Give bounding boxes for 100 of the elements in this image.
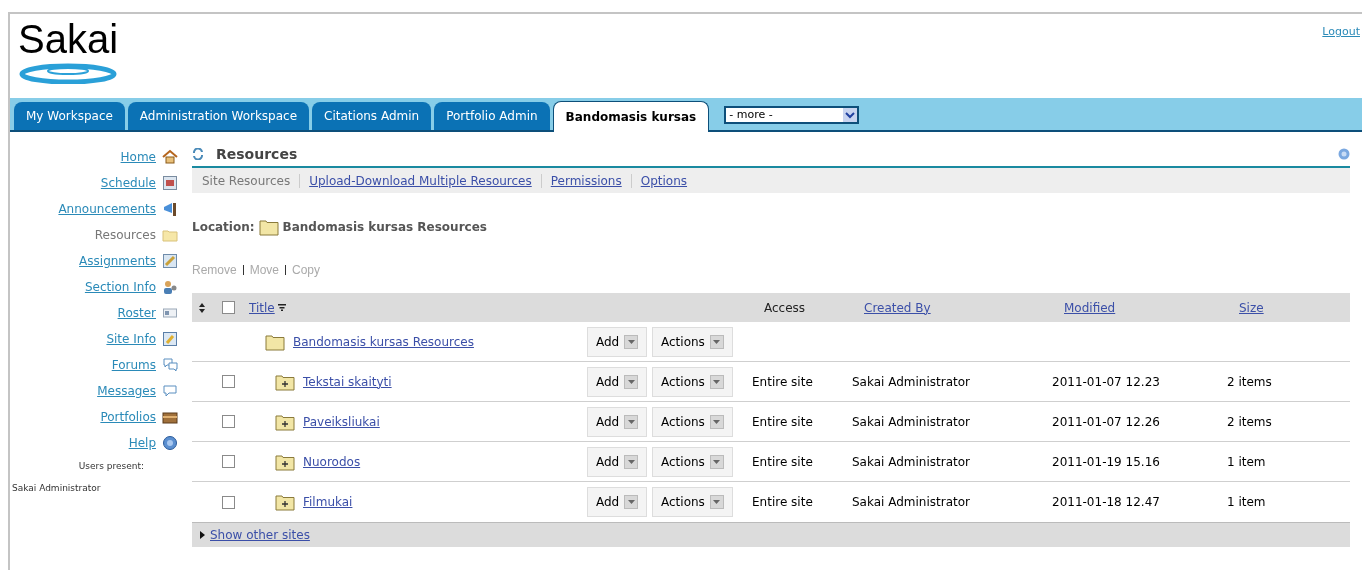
folder-link[interactable]: Nuorodos (303, 452, 361, 471)
modified-cell-text: 2011-01-07 12.23 (1052, 373, 1161, 391)
size-cell-text: 1 item (1227, 494, 1266, 511)
logout-link[interactable]: Logout (1322, 24, 1360, 98)
sidebar-link[interactable]: Announcements (58, 200, 156, 218)
ripple-icon (18, 62, 118, 84)
caret-icon (709, 495, 724, 509)
help-icon[interactable] (1338, 148, 1350, 160)
checkbox[interactable] (222, 301, 235, 314)
size-cell-text: 2 items (1227, 413, 1272, 431)
expand-triangle-icon[interactable] (200, 531, 205, 539)
tool-nav-link[interactable]: Site Resources (202, 171, 291, 190)
folder-plus-icon[interactable] (275, 412, 295, 431)
sidebar-link[interactable]: Site Info (106, 330, 156, 348)
creator-cell-text: Sakai Administrator (852, 373, 971, 391)
folder-link[interactable]: Tekstai skaityti (303, 372, 392, 391)
site-tab[interactable]: Portfolio Admin (434, 102, 550, 130)
filter-icon (277, 304, 286, 311)
checkbox[interactable] (222, 455, 235, 468)
caret-icon (709, 454, 724, 469)
id-card-icon (162, 305, 178, 321)
caret-icon (709, 414, 724, 429)
access-cell-text: Entire site (752, 373, 814, 391)
sidebar-link[interactable]: Resources (94, 226, 156, 244)
add-menu-button[interactable]: Add (587, 366, 648, 397)
folder-plus-icon[interactable] (275, 493, 295, 511)
caret-icon (624, 334, 639, 349)
speech-bubbles-icon (162, 357, 178, 373)
tool-nav-link[interactable]: Options (640, 171, 688, 190)
site-tab[interactable]: Bandomasis kursas (552, 101, 710, 132)
access-cell-text: Entire site (752, 413, 814, 431)
checkbox[interactable] (222, 495, 235, 509)
column-header[interactable]: Size (1239, 298, 1264, 317)
site-tab[interactable]: My Workspace (14, 102, 125, 130)
actions-menu-button[interactable]: Actions (652, 487, 733, 517)
location-label: Location: (192, 219, 255, 236)
checkbox[interactable] (222, 415, 235, 428)
house-icon (162, 149, 178, 165)
modified-cell-text: 2011-01-19 15.16 (1052, 453, 1161, 471)
site-tab[interactable]: Citations Admin (312, 102, 432, 130)
sidebar-link[interactable]: Section Info (84, 278, 156, 296)
folder-icon (265, 332, 285, 351)
folder-icon (258, 218, 279, 236)
users-present-label: Users present: (77, 460, 145, 473)
speech-bubble-icon (162, 383, 178, 399)
sidebar-link[interactable]: Forums (111, 356, 156, 374)
modified-cell-text: 2011-01-18 12.47 (1052, 494, 1161, 511)
briefcase-icon (162, 409, 178, 425)
add-menu-button[interactable]: Add (587, 487, 648, 517)
actions-menu-button[interactable]: Actions (652, 406, 733, 437)
logo-text: Sakai (18, 16, 119, 62)
size-cell-text: 2 items (1227, 373, 1272, 391)
tool-nav-link[interactable]: Permissions (550, 171, 622, 190)
tool-title: Resources (216, 144, 299, 164)
sidebar-link[interactable]: Help (128, 434, 156, 452)
creator-cell-text: Sakai Administrator (852, 413, 971, 431)
checkbox[interactable] (222, 375, 235, 388)
column-header[interactable]: Created By (864, 298, 1064, 317)
sidebar-link[interactable]: Portfolios (100, 408, 156, 426)
column-header[interactable]: Title (249, 298, 594, 317)
pencil-note-icon (162, 253, 178, 269)
add-menu-button[interactable]: Add (587, 326, 648, 357)
modified-cell-text: 2011-01-07 12.26 (1052, 413, 1161, 431)
actions-menu-button[interactable]: Actions (652, 366, 733, 397)
help-icon (162, 435, 178, 451)
size-cell-text: 1 item (1227, 453, 1266, 471)
folder-link[interactable]: Paveiksliukai (303, 412, 380, 431)
user-name: Sakai Administrator (11, 481, 102, 495)
column-header: Access (764, 299, 807, 317)
column-header[interactable]: Modified (1064, 298, 1239, 317)
sakai-logo[interactable]: Sakai (18, 16, 119, 98)
caret-icon (624, 495, 639, 509)
folder-link[interactable]: Filmukai (303, 493, 353, 511)
caret-icon (624, 454, 639, 469)
tool-nav-link[interactable]: Upload-Download Multiple Resources (309, 171, 532, 190)
sidebar-link[interactable]: Roster (117, 304, 156, 322)
sidebar-link[interactable]: Schedule (100, 174, 156, 192)
folder-plus-icon[interactable] (275, 452, 295, 471)
creator-cell-text: Sakai Administrator (852, 494, 971, 511)
access-cell-text: Entire site (752, 494, 814, 511)
sidebar-link[interactable]: Messages (97, 382, 156, 400)
folder-plus-icon[interactable] (275, 372, 295, 391)
caret-icon (709, 374, 724, 389)
creator-cell-text: Sakai Administrator (852, 453, 971, 471)
show-other-sites-link[interactable]: Show other sites (210, 526, 310, 544)
more-sites-select[interactable]: - more - (724, 106, 860, 124)
add-menu-button[interactable]: Add (587, 446, 648, 477)
caret-icon (624, 374, 639, 389)
add-menu-button[interactable]: Add (587, 406, 648, 437)
sidebar-link[interactable]: Home (120, 148, 156, 166)
refresh-icon[interactable] (192, 148, 204, 160)
sidebar-link[interactable]: Assignments (79, 252, 156, 270)
actions-menu-button[interactable]: Actions (652, 446, 733, 477)
people-icon (162, 279, 178, 295)
location-path: Bandomasis kursas Resources (282, 219, 487, 236)
access-cell-text: Entire site (752, 453, 814, 471)
actions-menu-button[interactable]: Actions (652, 326, 733, 357)
folder-link[interactable]: Bandomasis kursas Resources (293, 332, 474, 351)
site-tab[interactable]: Administration Workspace (127, 102, 310, 130)
folder-icon (162, 227, 178, 243)
